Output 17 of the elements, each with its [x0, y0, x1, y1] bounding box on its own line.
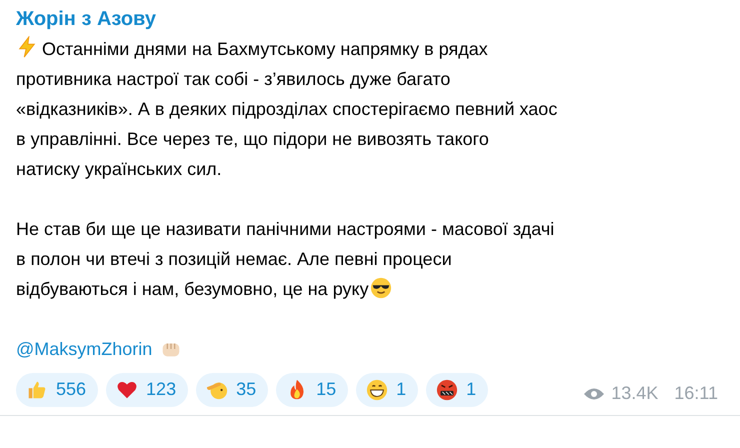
- channel-name[interactable]: Жорін з Азову: [16, 6, 724, 32]
- grinning-face-icon: [366, 378, 388, 400]
- lightning-icon: [16, 36, 38, 58]
- profile-link[interactable]: @MaksymZhorin: [16, 334, 152, 364]
- reaction-chip[interactable]: 35: [196, 372, 268, 406]
- post-paragraph: Не став би ще це називати панічними настроями - масової здачі в полон чи втечі з позицій немає. Але певні процеси відбуваються і нам, безумовно, це на руку: [16, 218, 554, 301]
- eye-icon: [583, 386, 606, 400]
- reaction-chip[interactable]: 123: [106, 372, 188, 406]
- reaction-chip[interactable]: 1: [356, 372, 418, 406]
- post-time: 16:11: [674, 382, 718, 405]
- view-count: 13.4K: [611, 382, 658, 405]
- post-paragraph: Останніми днями на Бахмутському напрямку в рядах противника настрої так собі - з’явилось дуже багато «відказників». А в деяких підрозділах спостерігаємо певний хаос в управлінні. Все через те, що підори не вивозять такого натиску українських сил.: [16, 34, 558, 184]
- reaction-chip[interactable]: 15: [276, 372, 348, 406]
- sunglasses-face-icon: [370, 277, 392, 299]
- reaction-chip[interactable]: 556: [16, 372, 98, 406]
- reaction-chip[interactable]: 1: [426, 372, 488, 406]
- angry-face-icon: [436, 378, 458, 400]
